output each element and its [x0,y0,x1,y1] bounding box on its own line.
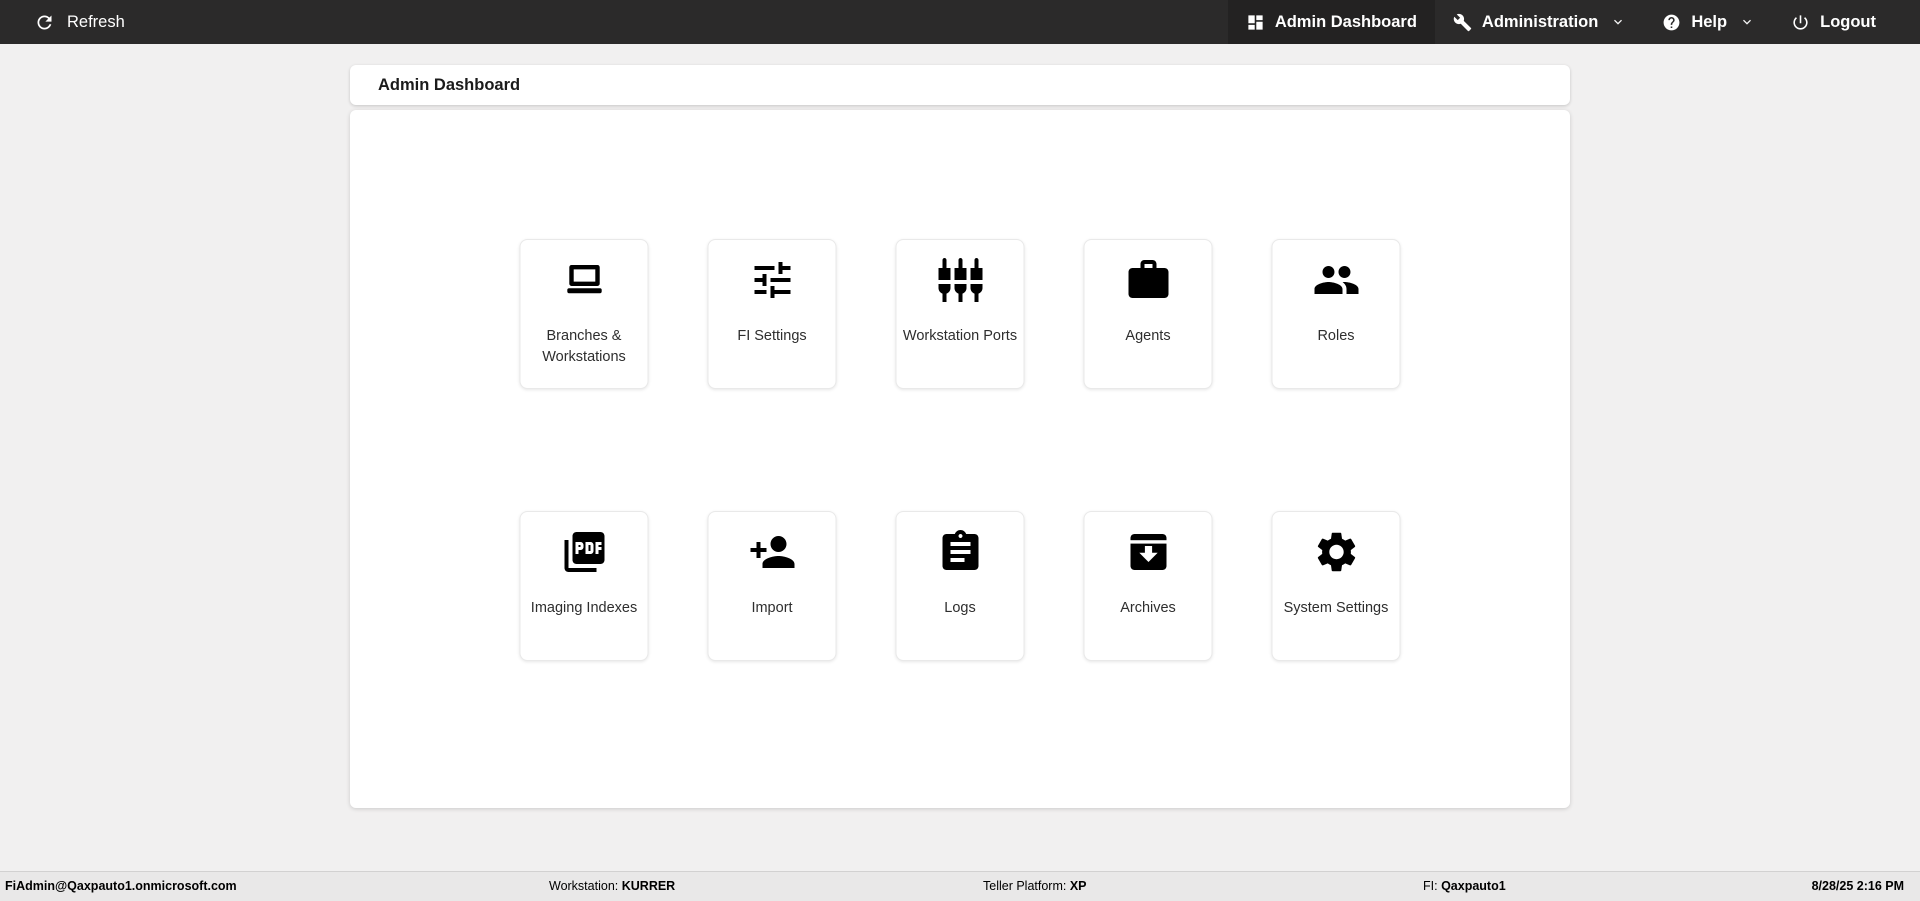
status-fi-label: FI: [1423,879,1438,893]
status-teller-platform-label: Teller Platform: [983,879,1067,893]
status-user-email: FiAdmin@Qaxpauto1.onmicrosoft.com [5,879,237,893]
nav-item-label: Logout [1820,12,1876,31]
status-teller-platform-value: XP [1069,879,1087,893]
tile-label: Workstation Ports [902,328,1018,344]
status-bar: FiAdmin@Qaxpauto1.onmicrosoft.com Workst… [0,871,1920,901]
person-add-icon [748,528,796,576]
refresh-button[interactable]: Refresh [0,0,143,44]
tile-fi-settings[interactable]: FI Settings [707,239,837,389]
nav-item-label: Help [1691,12,1728,31]
tile-roles[interactable]: Roles [1271,239,1401,389]
refresh-label: Refresh [67,12,125,31]
archive-icon [1124,528,1172,576]
dashboard-panel: Branches & Workstations FI Settings Work… [350,110,1570,808]
tile-grid: Branches & Workstations FI Settings Work… [519,239,1401,661]
top-bar: Refresh Admin Dashboard Administration H… [0,0,1920,44]
wrench-icon [1453,13,1472,32]
nav-item-administration[interactable]: Administration [1435,0,1644,44]
status-workstation-label: Workstation: [549,879,619,893]
sliders-icon [748,256,796,304]
status-datetime: 8/28/25 2:16 PM [1811,879,1904,893]
top-bar-nav: Admin Dashboard Administration Help Logo… [1227,0,1920,44]
tile-label: Imaging Indexes [530,600,638,616]
tile-label: FI Settings [737,328,807,344]
page-title: Admin Dashboard [378,75,521,94]
chevron-down-icon [1739,14,1755,30]
nav-item-label: Administration [1481,12,1599,31]
tile-label: Archives [1120,600,1176,616]
nav-item-logout[interactable]: Logout [1773,0,1894,44]
help-icon [1662,13,1681,32]
clipboard-icon [936,528,984,576]
nav-item-help[interactable]: Help [1644,0,1773,44]
tile-logs[interactable]: Logs [895,511,1025,661]
tile-branches-workstations[interactable]: Branches & Workstations [519,239,649,389]
pdf-icon [560,528,608,576]
tile-label: Roles [1317,328,1355,344]
chevron-down-icon [1610,14,1626,30]
gear-icon [1312,528,1360,576]
status-fi: FI: Qaxpauto1 [1423,872,1506,901]
tile-label: Agents [1125,328,1171,344]
tile-label: Branches & Workstations [542,328,626,365]
tile-archives[interactable]: Archives [1083,511,1213,661]
power-icon [1791,13,1810,32]
status-workstation-value: KURRER [621,879,676,893]
tile-imaging-indexes[interactable]: Imaging Indexes [519,511,649,661]
tile-import[interactable]: Import [707,511,837,661]
refresh-icon [34,12,55,33]
tile-label: System Settings [1283,600,1389,616]
nav-item-admin-dashboard[interactable]: Admin Dashboard [1227,0,1435,44]
briefcase-icon [1124,256,1172,304]
page-title-card: Admin Dashboard [350,65,1570,105]
status-workstation: Workstation: KURRER [549,872,675,901]
top-bar-left: Refresh [0,0,143,44]
status-fi-value: Qaxpauto1 [1441,879,1506,893]
tile-label: Import [751,600,793,616]
tile-label: Logs [944,600,976,616]
tile-agents[interactable]: Agents [1083,239,1213,389]
dashboard-icon [1246,13,1265,32]
tile-system-settings[interactable]: System Settings [1271,511,1401,661]
nav-item-label: Admin Dashboard [1274,12,1417,31]
ports-icon [936,256,984,304]
laptop-icon [560,256,608,304]
status-teller-platform: Teller Platform: XP [983,872,1087,901]
people-icon [1312,256,1360,304]
tile-workstation-ports[interactable]: Workstation Ports [895,239,1025,389]
